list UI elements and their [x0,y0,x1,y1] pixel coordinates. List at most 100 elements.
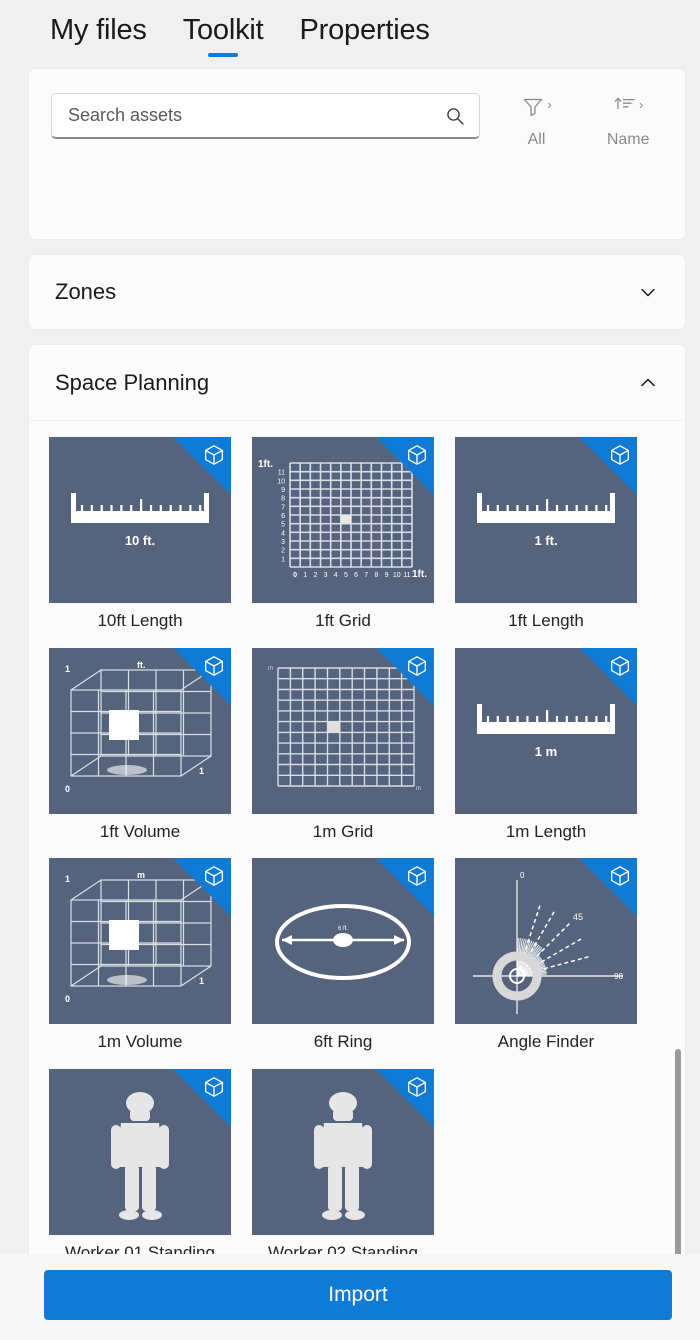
section-header-space-planning[interactable]: Space Planning [28,344,686,420]
asset-thumbnail[interactable]: 10 ft. [49,437,231,603]
asset-label: 1ft Length [508,611,584,630]
asset-label: 1ft Grid [315,611,371,630]
svg-text:6: 6 [354,572,358,579]
tab-label: Toolkit [182,13,264,46]
vertical-scrollbar[interactable] [675,1049,681,1254]
asset-card[interactable]: Worker 02 Standing [252,1069,434,1254]
asset-label: 1m Volume [97,1032,183,1052]
chevron-down-icon [637,281,659,303]
cube-3d-icon [407,1076,427,1098]
svg-text:11: 11 [403,572,410,579]
svg-text:7: 7 [364,572,368,579]
cube-3d-icon [407,444,427,466]
svg-text:1: 1 [303,572,307,579]
asset-label: Angle Finder [497,1032,595,1052]
asset-card[interactable]: m m 1m Grid [252,647,434,853]
import-button[interactable]: Import [44,1270,672,1320]
tab-properties[interactable]: Properties [298,10,432,59]
chevron-up-icon [637,372,659,394]
svg-text:1: 1 [65,664,70,674]
asset-thumbnail[interactable]: mm [252,647,434,814]
asset-label: Worker 01 Standing [65,1243,215,1254]
svg-text:3: 3 [324,572,328,579]
asset-card[interactable]: 6 ft. 6ft Ring [252,858,434,1063]
cube-3d-icon [204,1076,224,1098]
asset-thumbnail[interactable]: 1 ft. [455,437,637,603]
svg-text:11: 11 [278,470,285,477]
asset-card[interactable]: Worker 01 Standing [49,1069,231,1254]
search-input[interactable]: Search assets [51,93,480,139]
asset-thumbnail[interactable]: 0 45 90 [455,858,637,1025]
asset-thumbnail[interactable]: 1 m 0 1 [49,858,231,1025]
svg-text:4: 4 [334,572,338,579]
asset-thumbnail[interactable] [49,1069,231,1236]
sort-chevron-icon: › [638,97,644,112]
asset-thumbnail[interactable] [252,1069,434,1236]
asset-label: Worker 02 Standing [268,1243,418,1254]
sort-button[interactable]: › Name [593,93,663,149]
asset-card[interactable]: 0 45 90 Angle Finder [455,858,637,1063]
svg-text:0: 0 [293,572,297,579]
cube-3d-icon [610,865,630,887]
cube-3d-icon [610,655,630,677]
asset-card[interactable]: 10 ft. 10ft Length [49,437,231,642]
asset-grid: 10 ft. 10ft Length 1ft. 1ft. 0 1 2 3 4 5 6 7 8 9 10 11 1… [49,437,665,1254]
asset-card[interactable]: 1 m 1m Length [455,647,637,853]
svg-text:9: 9 [281,487,285,494]
svg-text:8: 8 [374,572,378,579]
asset-thumbnail[interactable]: 1 ft. 0 1 [49,647,231,814]
svg-text:0: 0 [65,784,70,794]
svg-text:1 ft.: 1 ft. [534,533,557,548]
tab-bar: My files Toolkit Properties [0,0,700,68]
svg-text:90: 90 [614,972,623,981]
asset-thumbnail[interactable]: 6 ft. [252,858,434,1025]
asset-label: 1ft Volume [99,821,181,841]
svg-text:3: 3 [281,539,285,546]
svg-text:10: 10 [393,572,401,579]
section-title: Space Planning [55,369,210,395]
svg-text:9: 9 [385,572,389,579]
asset-label: 1m Grid [312,821,374,841]
svg-text:1ft.: 1ft. [258,459,273,470]
asset-card[interactable]: 1ft. 1ft. 0 1 2 3 4 5 6 7 8 9 10 11 1 2 3 4 5 6 7 8 9 10 11 1ft G… [252,437,434,642]
svg-text:m: m [416,786,421,792]
filter-button[interactable]: › All [502,93,572,149]
asset-card[interactable]: 1 ft. 1ft Length [455,437,637,642]
svg-text:7: 7 [281,504,285,511]
svg-text:4: 4 [281,530,285,537]
asset-card[interactable]: 1 ft. 0 1 1ft Volume [49,647,231,853]
tab-my-files[interactable]: My files [48,10,149,59]
filter-chevron-icon: › [547,97,552,112]
asset-card[interactable]: 1 m 0 1 1m Volume [49,858,231,1063]
svg-text:1ft.: 1ft. [412,569,427,580]
footer-bar: Import [0,1254,700,1340]
asset-label: 1m Length [505,821,587,841]
asset-grid-container: 10 ft. 10ft Length 1ft. 1ft. 0 1 2 3 4 5 6 7 8 9 10 11 1… [28,420,686,1254]
section-header-zones[interactable]: Zones [28,254,686,330]
svg-text:6 ft.: 6 ft. [338,926,348,932]
svg-text:5: 5 [281,522,285,529]
cube-3d-icon [204,655,224,677]
svg-text:10 ft.: 10 ft. [125,533,155,548]
svg-text:45: 45 [573,912,583,922]
tab-toolkit[interactable]: Toolkit [181,10,266,59]
cube-3d-icon [407,655,427,677]
cube-3d-icon [407,865,427,887]
tab-label: Properties [299,13,430,46]
svg-text:ft.: ft. [137,660,146,670]
section-space-planning: Space Planning 10 ft. 10ft Length 1ft. 1ft.… [28,344,686,1254]
sort-ascending-icon [613,95,637,124]
filter-label: All [527,131,546,148]
svg-text:1: 1 [199,976,204,986]
asset-thumbnail[interactable]: 1 m [455,647,637,814]
toolkit-panel: My files Toolkit Properties Search asset… [0,0,700,1340]
search-card: Search assets › All › Name [28,68,686,240]
svg-text:6: 6 [281,513,285,520]
svg-text:1: 1 [199,766,204,776]
svg-text:0: 0 [65,994,70,1004]
svg-text:1: 1 [65,874,70,884]
asset-label: 10ft Length [97,611,183,630]
svg-text:2: 2 [313,572,317,579]
svg-text:1: 1 [281,556,285,563]
asset-thumbnail[interactable]: 1ft. 1ft. 0 1 2 3 4 5 6 7 8 9 10 11 1 2 3 4 5 6 7 8 9 10 11 [252,437,434,603]
